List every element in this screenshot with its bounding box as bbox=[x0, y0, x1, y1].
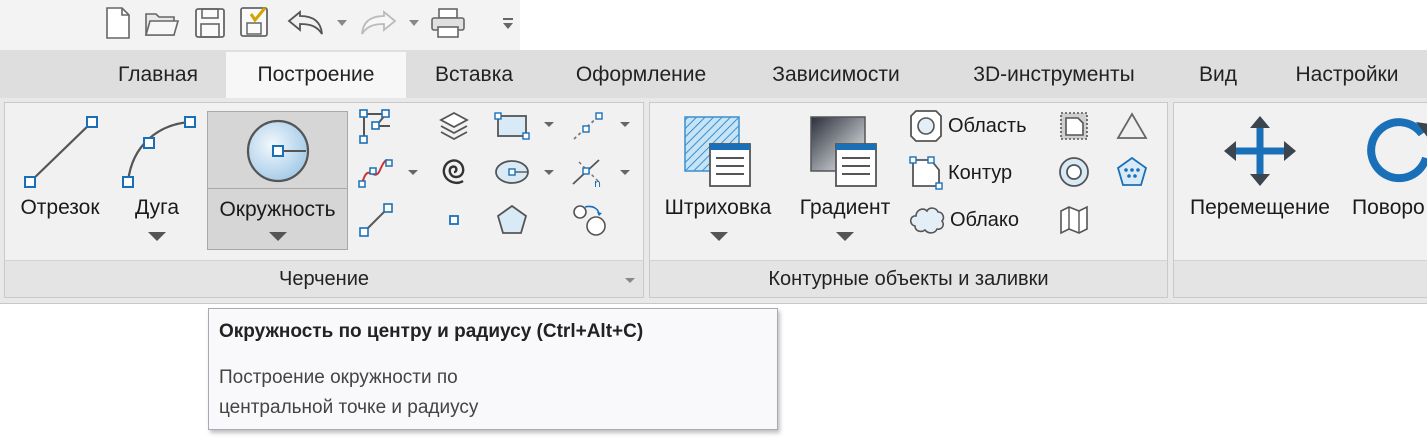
open-folder-icon[interactable] bbox=[142, 4, 182, 42]
cloud-label: Облако bbox=[950, 208, 1020, 231]
spiral-icon[interactable] bbox=[434, 152, 474, 192]
gradient-icon bbox=[810, 116, 877, 187]
tooltip: Окружность по центру и радиусу (Ctrl+Alt… bbox=[208, 308, 778, 430]
gradient-dropdown-icon[interactable] bbox=[836, 232, 854, 241]
save-icon[interactable] bbox=[190, 4, 230, 42]
move-label: Перемещение bbox=[1190, 196, 1330, 219]
contour-icon bbox=[909, 156, 943, 190]
cloud-icon bbox=[909, 207, 945, 234]
arc-label: Дуга bbox=[134, 196, 180, 219]
fill-shadow-icon[interactable] bbox=[1054, 106, 1094, 146]
rectangle-dropdown-icon[interactable] bbox=[544, 122, 554, 127]
undo-dropdown-icon[interactable] bbox=[334, 4, 350, 42]
area-icon bbox=[910, 110, 942, 142]
segment-button[interactable]: Отрезок bbox=[8, 110, 112, 240]
point-on-curve-icon[interactable] bbox=[568, 200, 608, 240]
area-label: Область bbox=[948, 114, 1027, 137]
arc-dropdown-icon[interactable] bbox=[148, 232, 166, 241]
ellipse-dropdown-icon[interactable] bbox=[544, 170, 554, 175]
group-contour-fills-title: Контурные объекты и заливки bbox=[650, 260, 1167, 297]
normal-line-icon[interactable]: n bbox=[568, 152, 608, 192]
save-all-icon[interactable] bbox=[236, 4, 276, 42]
tab-main[interactable]: Главная bbox=[96, 52, 220, 98]
circle-dropdown-icon[interactable] bbox=[269, 232, 287, 241]
segment-icon bbox=[24, 116, 98, 188]
polygon-icon[interactable] bbox=[492, 200, 532, 240]
circle-icon bbox=[246, 119, 310, 183]
line-tool-icon[interactable] bbox=[568, 106, 608, 146]
customize-icon[interactable] bbox=[498, 4, 518, 42]
rotate-label: Поворо bbox=[1352, 196, 1425, 219]
point-icon[interactable] bbox=[434, 200, 474, 240]
gradient-label: Градиент bbox=[799, 196, 891, 219]
circle-button[interactable]: Окружность bbox=[207, 111, 348, 250]
redo-dropdown-icon[interactable] bbox=[406, 4, 422, 42]
circle-label: Окружность bbox=[219, 198, 336, 221]
area-button[interactable]: Область bbox=[908, 106, 1027, 146]
auxiliary-line-icon[interactable] bbox=[356, 200, 396, 240]
tab-formatting[interactable]: Оформление bbox=[548, 52, 734, 98]
undo-icon[interactable] bbox=[284, 4, 328, 42]
contour-label: Контур bbox=[948, 161, 1013, 184]
cloud-button[interactable]: Облако bbox=[908, 200, 1019, 240]
tab-insert[interactable]: Вставка bbox=[414, 52, 534, 98]
tooltip-description-line1: Построение окружности по bbox=[219, 367, 458, 388]
layers-icon[interactable] bbox=[434, 106, 474, 146]
spline-dropdown-icon[interactable] bbox=[408, 170, 418, 175]
hatch-button[interactable]: Штриховка bbox=[654, 110, 782, 250]
quick-access-toolbar bbox=[0, 0, 520, 50]
line-tool-dropdown-icon[interactable] bbox=[620, 122, 630, 127]
new-file-icon[interactable] bbox=[100, 4, 136, 42]
redo-icon[interactable] bbox=[356, 4, 400, 42]
tab-3d-tools[interactable]: 3D-инструменты bbox=[942, 52, 1166, 98]
ellipse-icon[interactable] bbox=[492, 152, 532, 192]
triangle-icon[interactable] bbox=[1112, 106, 1152, 146]
tooltip-title: Окружность по центру и радиусу (Ctrl+Alt… bbox=[219, 321, 644, 342]
arc-icon bbox=[122, 116, 196, 188]
tab-settings[interactable]: Настройки bbox=[1274, 52, 1420, 98]
tab-constraints[interactable]: Зависимости bbox=[748, 52, 924, 98]
normal-line-dropdown-icon[interactable] bbox=[620, 170, 630, 175]
arc-button[interactable]: Дуга bbox=[118, 110, 196, 250]
title-area bbox=[520, 0, 1427, 50]
rectangle-icon[interactable] bbox=[492, 106, 532, 146]
print-icon[interactable] bbox=[428, 4, 468, 42]
group-drawing-title: Черчение bbox=[5, 260, 643, 297]
group-edit-title bbox=[1174, 260, 1427, 297]
gradient-button[interactable]: Градиент bbox=[790, 110, 900, 250]
segment-label: Отрезок bbox=[20, 196, 100, 219]
spline-icon[interactable] bbox=[356, 152, 396, 192]
svg-text:n: n bbox=[594, 177, 601, 190]
hatch-icon bbox=[684, 116, 751, 187]
unfold-icon[interactable] bbox=[1054, 200, 1094, 240]
group-expand-icon[interactable] bbox=[625, 278, 635, 283]
contour-button[interactable]: Контур bbox=[908, 153, 1012, 193]
tab-construction[interactable]: Построение bbox=[226, 52, 406, 98]
hatch-dropdown-icon[interactable] bbox=[710, 232, 728, 241]
hatch-label: Штриховка bbox=[664, 196, 772, 219]
rotate-button[interactable]: Поворо bbox=[1350, 110, 1427, 240]
move-icon bbox=[1224, 116, 1296, 186]
rotate-icon bbox=[1367, 118, 1427, 183]
tab-view[interactable]: Вид bbox=[1182, 52, 1254, 98]
polyline-icon[interactable] bbox=[356, 106, 396, 146]
tooltip-description-line2: центральной точке и радиусу bbox=[219, 397, 479, 418]
polygon-mesh-icon[interactable] bbox=[1112, 152, 1152, 192]
move-button[interactable]: Перемещение bbox=[1178, 110, 1342, 240]
ring-icon[interactable] bbox=[1054, 152, 1094, 192]
